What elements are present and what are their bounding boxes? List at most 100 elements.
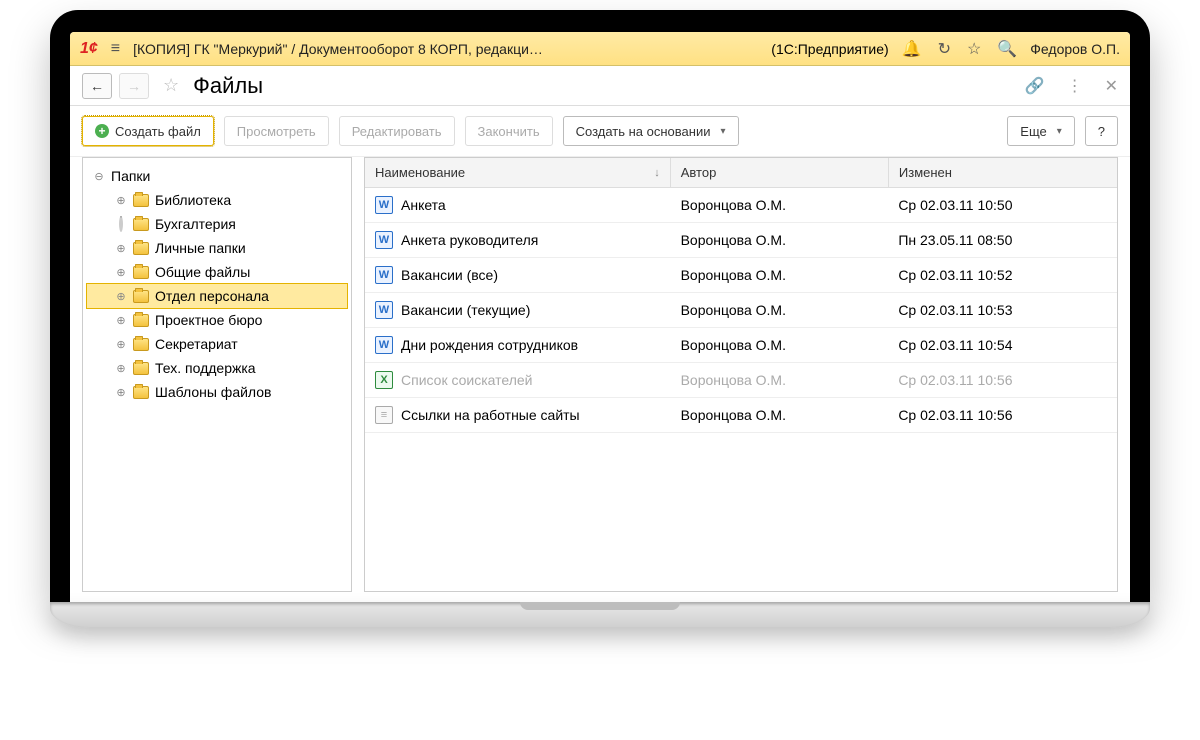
- table-row[interactable]: W Вакансии (все) Воронцова О.М.Ср 02.03.11…: [365, 258, 1117, 293]
- col-author[interactable]: Автор: [671, 158, 889, 187]
- word-file-icon: W: [375, 301, 393, 319]
- create-file-button[interactable]: + Создать файл: [82, 116, 214, 146]
- folder-icon: [133, 338, 149, 351]
- edit-button[interactable]: Редактировать: [339, 116, 455, 146]
- create-file-label: Создать файл: [115, 124, 201, 139]
- app-title: [КОПИЯ] ГК "Меркурий" / Документооборот …: [133, 41, 761, 57]
- tree-item[interactable]: ⊕ Тех. поддержка: [87, 356, 347, 380]
- finish-button[interactable]: Закончить: [465, 116, 553, 146]
- file-modified: Ср 02.03.11 10:56: [888, 367, 1117, 393]
- tree-item-label: Шаблоны файлов: [155, 384, 271, 400]
- file-name: Анкета: [401, 197, 446, 213]
- word-file-icon: W: [375, 266, 393, 284]
- favorite-star-icon[interactable]: ☆: [163, 75, 179, 96]
- expand-icon[interactable]: ⊕: [115, 194, 127, 207]
- file-author: Воронцова О.М.: [671, 227, 889, 253]
- file-modified: Пн 23.05.11 08:50: [888, 227, 1117, 253]
- expand-icon[interactable]: ⊕: [115, 314, 127, 327]
- folder-icon: [133, 290, 149, 303]
- word-file-icon: W: [375, 196, 393, 214]
- history-icon[interactable]: ↻: [935, 36, 954, 62]
- tree-root[interactable]: ⊖ Папки: [87, 164, 347, 188]
- expand-icon[interactable]: ⊕: [115, 266, 127, 279]
- file-name: Вакансии (текущие): [401, 302, 530, 318]
- excel-file-icon: X: [375, 371, 393, 389]
- tree-item[interactable]: ⊕Проектное бюро: [87, 308, 347, 332]
- file-author: Воронцова О.М.: [671, 297, 889, 323]
- tree-item-label: Общие файлы: [155, 264, 250, 280]
- page-title: Файлы: [193, 73, 263, 99]
- file-modified: Ср 02.03.11 10:52: [888, 262, 1117, 288]
- word-file-icon: W: [375, 231, 393, 249]
- table-header: Наименование ↓ Автор Изменен: [365, 158, 1117, 188]
- nav-forward-button: →: [119, 73, 149, 99]
- star-icon[interactable]: ☆: [964, 36, 984, 62]
- file-author: Воронцова О.М.: [671, 262, 889, 288]
- tree-item-label: Тех. поддержка: [155, 360, 256, 376]
- word-file-icon: W: [375, 336, 393, 354]
- tree-item[interactable]: ⊕ Отдел персонала: [87, 284, 347, 308]
- file-author: Воронцова О.М.: [671, 402, 889, 428]
- tree-item[interactable]: ⊕ Общие файлы: [87, 260, 347, 284]
- file-modified: Ср 02.03.11 10:54: [888, 332, 1117, 358]
- file-name: Анкета руководителя: [401, 232, 538, 248]
- chevron-down-icon: ▾: [720, 126, 725, 137]
- expand-icon[interactable]: ⊕: [115, 290, 127, 303]
- folder-icon: [133, 386, 149, 399]
- tree-item[interactable]: ⊕ Библиотека: [87, 188, 347, 212]
- table-row[interactable]: WДни рождения сотрудниковВоронцова О.М.С…: [365, 328, 1117, 363]
- folder-icon: [133, 266, 149, 279]
- tree-item[interactable]: ⊕ Шаблоны файлов: [87, 380, 347, 404]
- file-name: Вакансии (все): [401, 267, 498, 283]
- tree-item-label: Библиотека: [155, 192, 231, 208]
- file-table: Наименование ↓ Автор Изменен W Анкета Воро…: [364, 157, 1118, 592]
- collapse-icon[interactable]: ⊖: [93, 170, 105, 183]
- txt-file-icon: ≡: [375, 406, 393, 424]
- expand-icon[interactable]: ⊕: [115, 338, 127, 351]
- file-modified: Ср 02.03.11 10:53: [888, 297, 1117, 323]
- tree-item-label: Отдел персонала: [155, 288, 269, 304]
- help-button[interactable]: ?: [1085, 116, 1118, 146]
- folder-icon: [133, 362, 149, 375]
- folder-tree: ⊖ Папки ⊕ Библиотека Бухгалтерия⊕Личные па…: [82, 157, 352, 592]
- folder-icon: [133, 218, 149, 231]
- expand-icon[interactable]: ⊕: [115, 362, 127, 375]
- subheader: ← → ☆ Файлы 🔗 ⋮ ✕: [70, 66, 1130, 106]
- chevron-down-icon: ▾: [1057, 126, 1062, 137]
- tree-item[interactable]: ⊕Личные папки: [87, 236, 347, 260]
- link-icon[interactable]: 🔗: [1025, 76, 1045, 96]
- kebab-icon[interactable]: ⋮: [1067, 76, 1083, 96]
- file-name: Ссылки на работные сайты: [401, 407, 580, 423]
- tree-item[interactable]: ⊕Секретариат: [87, 332, 347, 356]
- expand-icon[interactable]: ⊕: [115, 386, 127, 399]
- folder-icon: [133, 194, 149, 207]
- tree-root-label: Папки: [111, 168, 150, 184]
- file-author: Воронцова О.М.: [671, 367, 889, 393]
- file-author: Воронцова О.М.: [671, 332, 889, 358]
- titlebar: 1¢ ≡ [КОПИЯ] ГК "Меркурий" / Документооб…: [70, 32, 1130, 66]
- table-row[interactable]: ≡Ссылки на работные сайтыВоронцова О.М.С…: [365, 398, 1117, 433]
- bell-icon[interactable]: 🔔: [899, 36, 925, 62]
- create-based-on-button[interactable]: Создать на основании ▾: [563, 116, 739, 146]
- file-modified: Ср 02.03.11 10:50: [888, 192, 1117, 218]
- tree-item[interactable]: Бухгалтерия: [87, 212, 347, 236]
- expand-icon[interactable]: ⊕: [115, 242, 127, 255]
- file-name: Список соискателей: [401, 372, 533, 388]
- expand-icon[interactable]: [115, 218, 127, 230]
- nav-back-button[interactable]: ←: [82, 73, 112, 99]
- logo-1c-icon: 1¢: [80, 40, 98, 58]
- table-row[interactable]: W Вакансии (текущие) Воронцова О.М.Ср 02.0…: [365, 293, 1117, 328]
- table-row[interactable]: WАнкетаВоронцова О.М.Ср 02.03.11 10:50: [365, 188, 1117, 223]
- folder-icon: [133, 314, 149, 327]
- search-icon[interactable]: 🔍: [994, 36, 1020, 62]
- close-icon[interactable]: ✕: [1105, 76, 1118, 96]
- user-label[interactable]: Федоров О.П.: [1030, 41, 1120, 57]
- table-row[interactable]: W Анкета руководителя Воронцова О.М.Пн 23.…: [365, 223, 1117, 258]
- col-name[interactable]: Наименование ↓: [365, 158, 671, 187]
- col-modified[interactable]: Изменен: [889, 158, 1117, 187]
- table-row[interactable]: X Список соискателей Воронцова О.М.Ср 02.0…: [365, 363, 1117, 398]
- folder-icon: [133, 242, 149, 255]
- hamburger-icon[interactable]: ≡: [108, 37, 123, 61]
- view-button[interactable]: Просмотреть: [224, 116, 329, 146]
- more-button[interactable]: Еще ▾: [1007, 116, 1074, 146]
